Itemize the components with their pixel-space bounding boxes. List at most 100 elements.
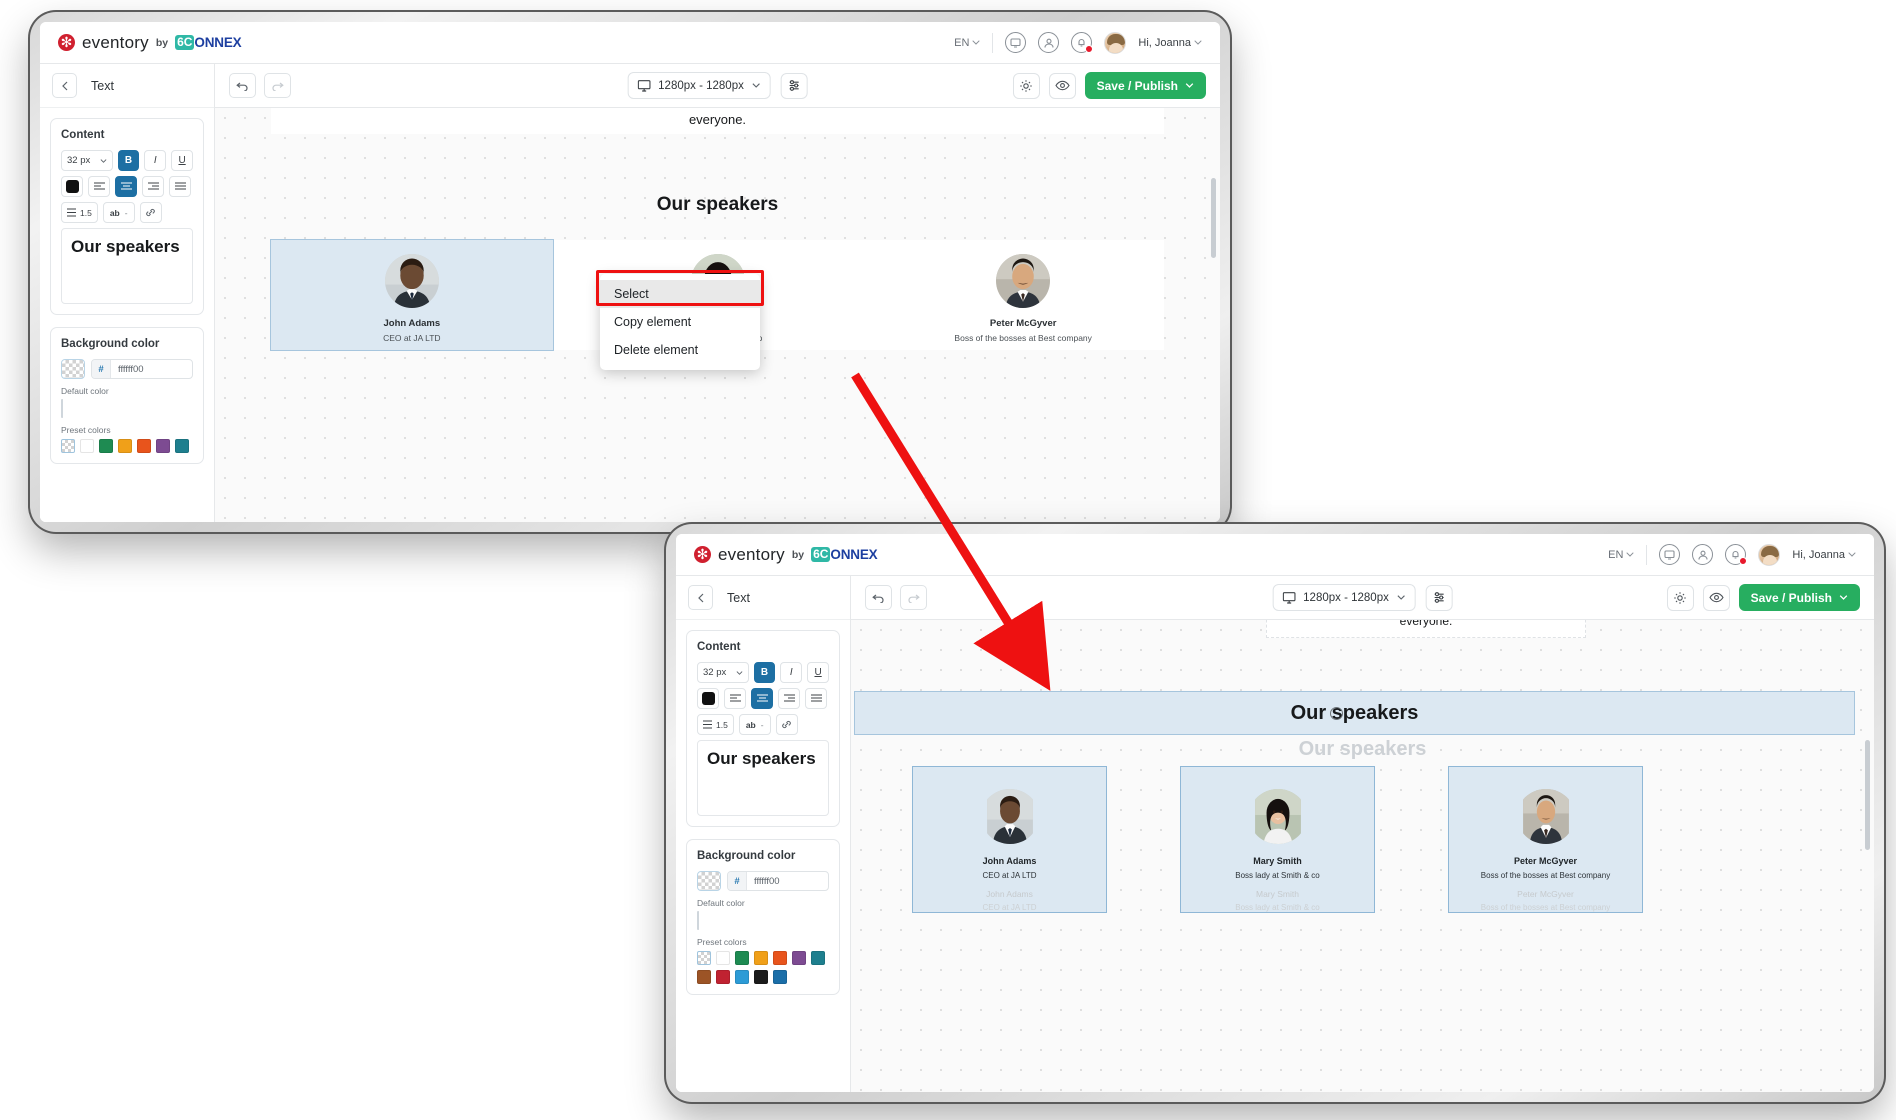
- save-publish-button[interactable]: Save / Publish: [1738, 584, 1860, 611]
- underline-button[interactable]: U: [807, 662, 829, 683]
- undo-icon[interactable]: [865, 585, 892, 610]
- speaker-card[interactable]: John Adams CEO at JA LTD John Adams CEO …: [912, 766, 1107, 913]
- preset-swatch[interactable]: [811, 951, 825, 965]
- preset-swatch[interactable]: [137, 439, 151, 453]
- align-center-icon[interactable]: [115, 176, 137, 197]
- preset-swatch[interactable]: [61, 439, 75, 453]
- align-justify-icon[interactable]: [169, 176, 191, 197]
- align-center-icon[interactable]: [751, 688, 773, 709]
- text-content-editor[interactable]: Our speakers: [697, 740, 829, 816]
- line-height-control[interactable]: 1.5: [697, 714, 734, 735]
- text-content-editor[interactable]: Our speakers: [61, 228, 193, 304]
- link-icon[interactable]: [139, 202, 162, 223]
- speaker-card[interactable]: Mary Smith Boss lady at Smith & co Mary …: [1180, 766, 1375, 913]
- preset-swatch[interactable]: [773, 970, 787, 984]
- preset-swatch[interactable]: [716, 970, 730, 984]
- preset-swatch[interactable]: [697, 951, 711, 965]
- device-size-select[interactable]: 1280px - 1280px: [1272, 584, 1416, 611]
- gear-icon[interactable]: [1012, 72, 1040, 99]
- notification-bell-icon[interactable]: [1725, 544, 1748, 565]
- speaker-card[interactable]: Peter McGyver Boss of the bosses at Best…: [882, 240, 1165, 350]
- back-button[interactable]: [52, 73, 77, 98]
- gear-icon[interactable]: [1666, 584, 1694, 611]
- align-left-icon[interactable]: [724, 688, 746, 709]
- font-size-select[interactable]: 32 px: [697, 662, 749, 683]
- canvas-scrollbar[interactable]: [1211, 178, 1216, 258]
- letter-spacing-control[interactable]: ab -: [102, 202, 135, 223]
- user-circle-icon[interactable]: [1038, 32, 1060, 53]
- save-publish-button[interactable]: Save / Publish: [1084, 72, 1206, 99]
- background-hex-input[interactable]: # ffffff00: [91, 359, 193, 379]
- device-size-select[interactable]: 1280px - 1280px: [627, 72, 771, 99]
- screen-icon[interactable]: [1659, 544, 1681, 565]
- redo-icon[interactable]: [264, 73, 291, 98]
- notification-bell-icon[interactable]: [1071, 32, 1094, 53]
- user-menu[interactable]: Hi, Joanna: [1792, 549, 1856, 561]
- align-left-icon[interactable]: [88, 176, 110, 197]
- underline-button[interactable]: U: [171, 150, 193, 171]
- preset-swatch[interactable]: [773, 951, 787, 965]
- context-menu[interactable]: Select Copy element Delete element: [600, 274, 760, 370]
- context-menu-item-select[interactable]: Select: [600, 280, 760, 308]
- text-color-button[interactable]: [697, 688, 719, 709]
- preset-swatch[interactable]: [697, 970, 711, 984]
- sidebar-header: Text: [40, 64, 214, 108]
- preset-swatch[interactable]: [735, 970, 749, 984]
- default-color-swatch[interactable]: [61, 399, 63, 418]
- font-size-select[interactable]: 32 px: [61, 150, 113, 171]
- bold-button[interactable]: B: [753, 662, 776, 683]
- canvas-top-text-box[interactable]: everyone.: [1266, 620, 1586, 638]
- page-canvas-front[interactable]: everyone. Our speakers Our speakers John…: [851, 620, 1874, 1092]
- canvas-section-title-wrap[interactable]: Our speakers: [215, 194, 1220, 216]
- preset-swatch[interactable]: [175, 439, 189, 453]
- default-color-swatch[interactable]: [697, 911, 699, 930]
- bold-button[interactable]: B: [117, 150, 140, 171]
- preset-swatch[interactable]: [716, 951, 730, 965]
- background-color-swatch[interactable]: [697, 871, 721, 891]
- redo-icon[interactable]: [900, 585, 927, 610]
- screen-icon[interactable]: [1005, 32, 1027, 53]
- eye-icon[interactable]: [1702, 584, 1730, 611]
- language-selector[interactable]: EN: [954, 37, 981, 49]
- save-publish-label: Save / Publish: [1750, 590, 1832, 605]
- speaker-card[interactable]: John Adams CEO at JA LTD: [270, 239, 554, 351]
- preset-swatch[interactable]: [156, 439, 170, 453]
- page-canvas-back[interactable]: everyone. Our speakers John Adams CEO at…: [215, 108, 1220, 522]
- preset-swatch[interactable]: [792, 951, 806, 965]
- avatar[interactable]: [1104, 31, 1127, 54]
- text-color-button[interactable]: [61, 176, 83, 197]
- settings-sliders-icon[interactable]: [780, 72, 808, 99]
- avatar[interactable]: [1758, 543, 1781, 566]
- italic-button[interactable]: I: [780, 662, 803, 683]
- context-menu-item-copy[interactable]: Copy element: [600, 308, 760, 336]
- background-hex-input[interactable]: # ffffff00: [727, 871, 829, 891]
- line-height-control[interactable]: 1.5: [61, 202, 98, 223]
- preset-swatch[interactable]: [754, 951, 768, 965]
- preset-swatch[interactable]: [754, 970, 768, 984]
- background-color-swatch[interactable]: [61, 359, 85, 379]
- preset-swatch[interactable]: [99, 439, 113, 453]
- align-right-icon[interactable]: [778, 688, 800, 709]
- speaker-card[interactable]: Peter McGyver Boss of the bosses at Best…: [1448, 766, 1643, 913]
- language-selector[interactable]: EN: [1608, 549, 1635, 561]
- settings-sliders-icon[interactable]: [1425, 584, 1453, 611]
- brand-logo[interactable]: eventory by 6CONNEX: [58, 33, 242, 53]
- user-circle-icon[interactable]: [1692, 544, 1714, 565]
- context-menu-item-delete[interactable]: Delete element: [600, 336, 760, 364]
- eye-icon[interactable]: [1048, 72, 1076, 99]
- preset-swatch[interactable]: [735, 951, 749, 965]
- chevron-down-icon: [752, 83, 761, 88]
- italic-button[interactable]: I: [144, 150, 167, 171]
- undo-icon[interactable]: [229, 73, 256, 98]
- user-menu[interactable]: Hi, Joanna: [1138, 37, 1202, 49]
- preset-swatch[interactable]: [118, 439, 132, 453]
- dragged-heading-block[interactable]: Our speakers: [854, 691, 1855, 735]
- brand-logo[interactable]: eventory by 6CONNEX: [694, 545, 878, 565]
- letter-spacing-control[interactable]: ab -: [738, 714, 771, 735]
- back-button[interactable]: [688, 585, 713, 610]
- align-justify-icon[interactable]: [805, 688, 827, 709]
- canvas-scrollbar[interactable]: [1865, 740, 1870, 850]
- link-icon[interactable]: [775, 714, 798, 735]
- align-right-icon[interactable]: [142, 176, 164, 197]
- preset-swatch[interactable]: [80, 439, 94, 453]
